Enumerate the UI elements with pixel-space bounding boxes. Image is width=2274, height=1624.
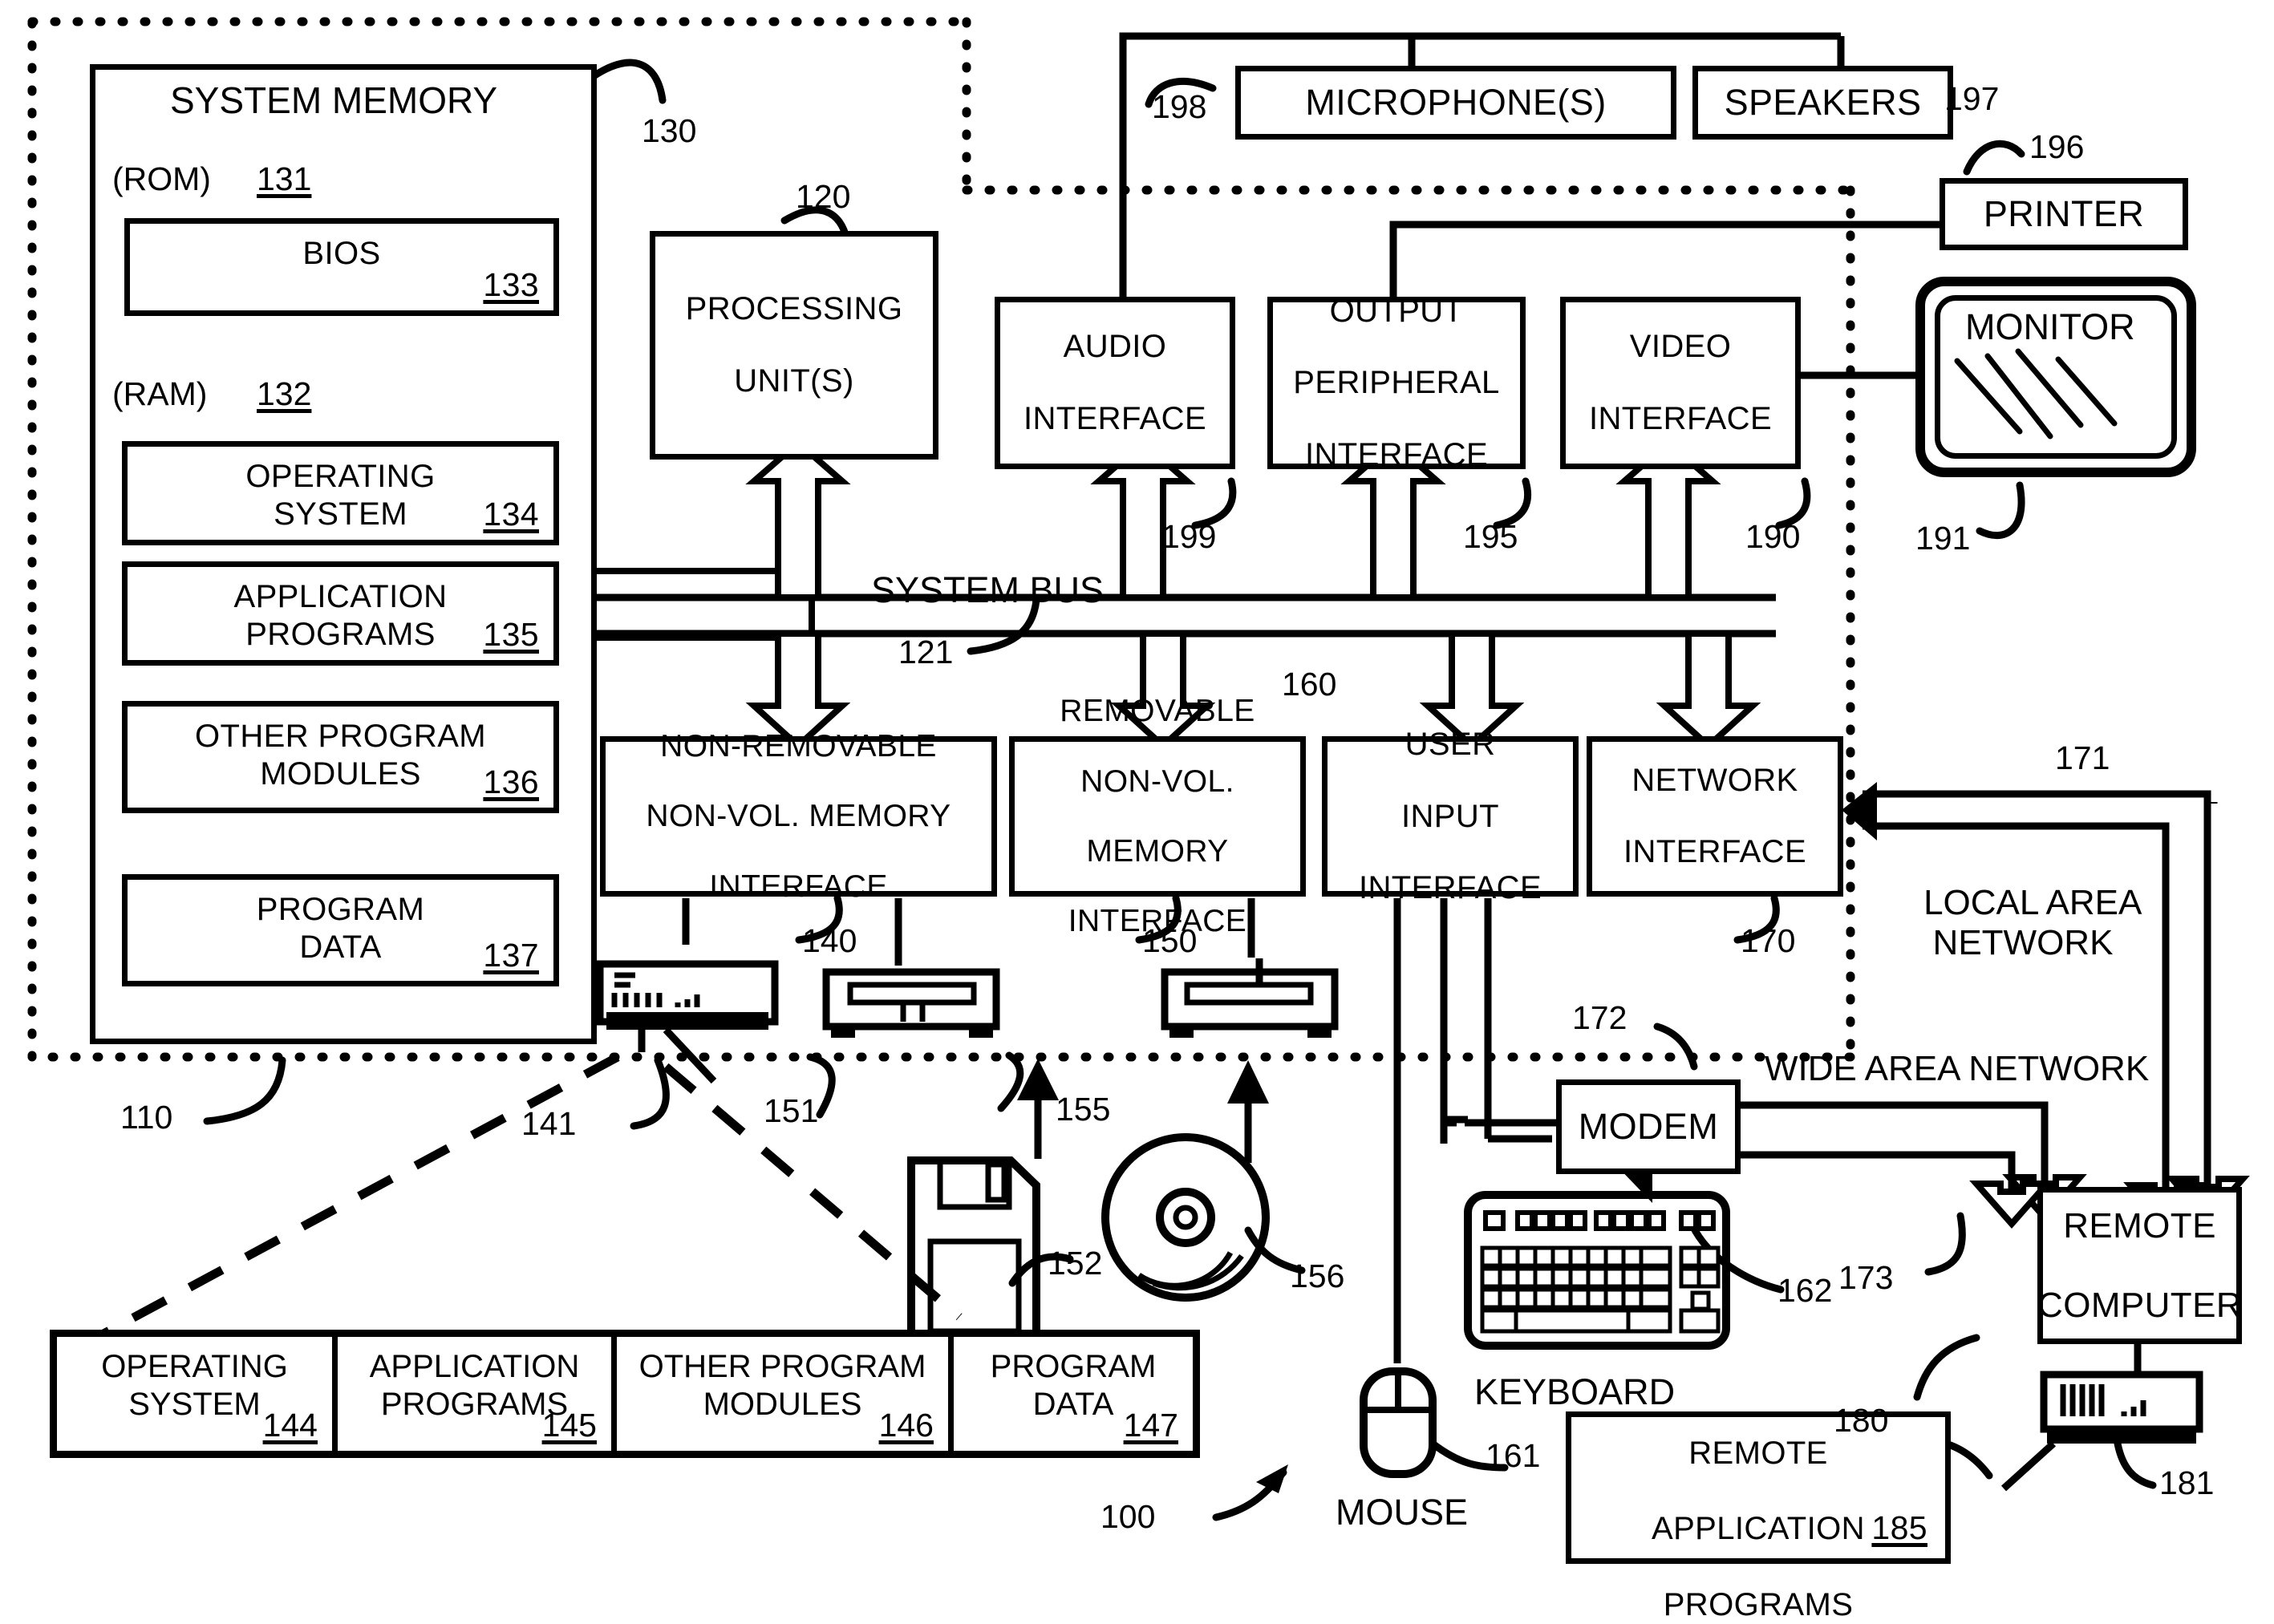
ref-140: 140: [802, 922, 857, 959]
ref-152: 152: [1048, 1245, 1103, 1282]
table-cell: PROGRAM DATA 147: [954, 1337, 1193, 1451]
ref-172: 172: [1572, 999, 1627, 1036]
mouse-caption: MOUSE: [1336, 1492, 1469, 1533]
remote-computer-box: REMOTE COMPUTER: [2037, 1187, 2242, 1344]
ref-150: 150: [1142, 922, 1198, 959]
ref-181: 181: [2159, 1464, 2215, 1501]
ref-180: 180: [1834, 1402, 1889, 1439]
modem-box: MODEM: [1556, 1079, 1741, 1174]
ref-162: 162: [1777, 1272, 1833, 1309]
local-area-network-label: LOCAL AREA NETWORK: [1923, 882, 2142, 963]
ref-155: 155: [1056, 1091, 1111, 1128]
cell-ref: 144: [262, 1407, 318, 1444]
cell-ref: 146: [878, 1407, 934, 1444]
ref-160: 160: [1282, 666, 1337, 703]
ref-197: 197: [1944, 80, 2000, 117]
ref-191: 191: [1915, 520, 1971, 557]
table-cell: APPLICATION PROGRAMS 145: [338, 1337, 617, 1451]
ref-196: 196: [2029, 128, 2085, 165]
system-bus-label: SYSTEM BUS: [871, 569, 1105, 610]
ref-110: 110: [120, 1099, 173, 1136]
ref-120: 120: [796, 178, 851, 215]
ref-170: 170: [1741, 922, 1796, 959]
ref-173: 173: [1838, 1259, 1894, 1296]
ref-195: 195: [1463, 518, 1518, 555]
cell-ref: 145: [541, 1407, 597, 1444]
ref-198: 198: [1152, 88, 1207, 125]
wide-area-network-label: WIDE AREA NETWORK: [1765, 1049, 2150, 1088]
ref-130: 130: [642, 112, 697, 149]
remote-computer-label: REMOTE COMPUTER: [2037, 1206, 2242, 1325]
ref-199: 199: [1161, 518, 1217, 555]
ref-156: 156: [1290, 1257, 1345, 1294]
ref-151: 151: [764, 1092, 819, 1129]
remote-apps-ref: 185: [1871, 1509, 1927, 1547]
patent-figure: .s{stroke:#000;fill:none;} .w7{stroke-wi…: [0, 0, 2274, 1622]
ref-100: 100: [1101, 1498, 1156, 1535]
ref-190: 190: [1745, 518, 1801, 555]
ref-141: 141: [521, 1105, 577, 1142]
remote-application-programs-box: REMOTE APPLICATION PROGRAMS 185: [1566, 1411, 1951, 1622]
modem-label: MODEM: [1578, 1105, 1719, 1147]
table-cell: OTHER PROGRAM MODULES 146: [617, 1337, 954, 1451]
ref-161: 161: [1486, 1437, 1541, 1474]
ref-171: 171: [2055, 739, 2110, 776]
ref-121: 121: [898, 634, 954, 670]
keyboard-caption: KEYBOARD: [1474, 1371, 1676, 1412]
cell-ref: 147: [1123, 1407, 1178, 1444]
table-cell: OPERATING SYSTEM 144: [57, 1337, 338, 1451]
storage-table: OPERATING SYSTEM 144 APPLICATION PROGRAMS …: [50, 1330, 1200, 1458]
